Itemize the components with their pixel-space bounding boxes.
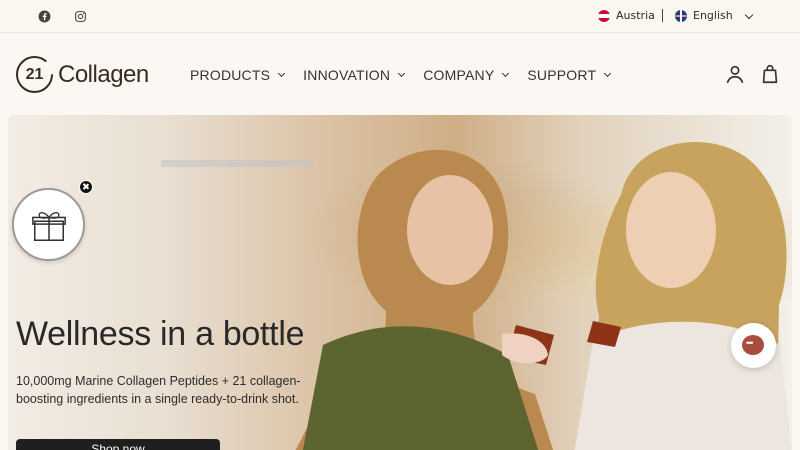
chevron-down-icon[interactable] (744, 10, 754, 20)
logo-text: Collagen (58, 60, 149, 88)
logo-mark: 21 (16, 56, 56, 93)
shop-now-button[interactable]: Shop now (16, 439, 220, 450)
language-selector[interactable]: English (675, 9, 733, 22)
nav-products[interactable]: PRODUCTS (190, 67, 286, 83)
brand-logo[interactable]: 21 Collagen (16, 56, 149, 93)
hero-image-woman-left (295, 149, 554, 450)
top-bar: Austria English (0, 0, 800, 33)
facebook-icon[interactable] (37, 9, 51, 23)
nav-label: INNOVATION (303, 67, 391, 83)
gift-icon (32, 212, 66, 242)
chat-button[interactable] (731, 323, 776, 368)
account-icon[interactable] (724, 62, 746, 86)
nav-label: COMPANY (423, 67, 495, 83)
country-selector[interactable]: Austria (598, 9, 655, 22)
shop-now-label: Shop now (91, 442, 145, 450)
nav-company[interactable]: COMPANY (423, 67, 510, 83)
chevron-down-icon (278, 69, 286, 77)
instagram-icon[interactable] (73, 9, 87, 23)
chevron-down-icon (398, 69, 406, 77)
hero-image-woman-right (574, 142, 792, 450)
gift-popup-button[interactable] (12, 188, 85, 261)
close-icon[interactable] (79, 180, 93, 194)
nav-label: SUPPORT (527, 67, 597, 83)
nav-label: PRODUCTS (190, 67, 271, 83)
nav-support[interactable]: SUPPORT (527, 67, 612, 83)
language-label: English (693, 9, 733, 22)
hero-description: 10,000mg Marine Collagen Peptides + 21 c… (16, 374, 301, 406)
uk-flag-icon (675, 9, 687, 22)
main-header: 21 Collagen PRODUCTS INNOVATION COMPANY … (0, 34, 800, 115)
chevron-down-icon (604, 69, 612, 77)
country-label: Austria (616, 9, 655, 22)
austria-flag-icon (598, 9, 610, 22)
hero-title: Wellness in a bottle (16, 315, 305, 353)
chat-icon (742, 335, 764, 355)
hero-banner: Wellness in a bottle 10,000mg Marine Col… (8, 115, 792, 450)
chevron-down-icon (502, 69, 510, 77)
shopping-bag-icon[interactable] (759, 62, 781, 86)
nav-innovation[interactable]: INNOVATION (303, 67, 406, 83)
locale-divider (662, 9, 663, 22)
main-navigation: PRODUCTS INNOVATION COMPANY SUPPORT (190, 67, 612, 83)
